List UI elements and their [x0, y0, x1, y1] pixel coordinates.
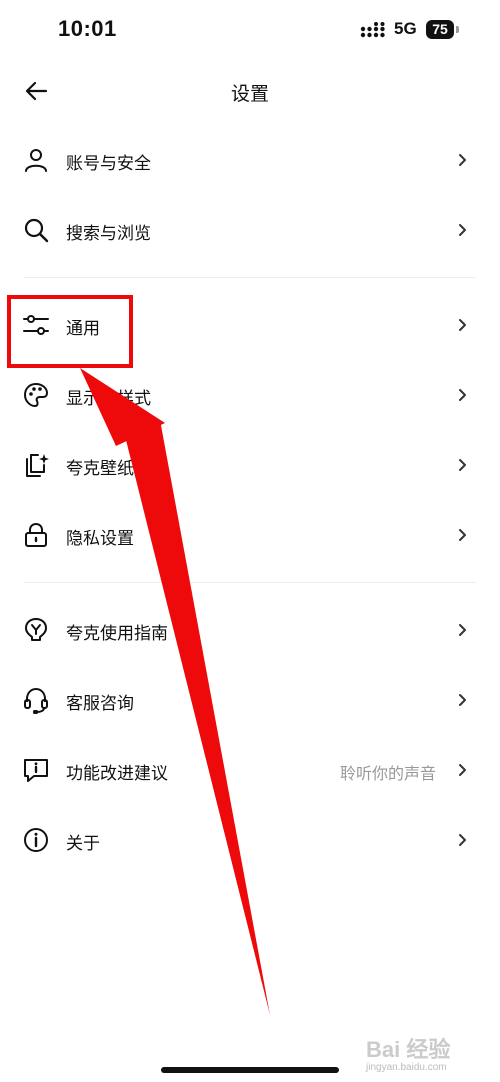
battery-level: 75: [426, 20, 454, 39]
chevron-right-icon: [459, 154, 466, 166]
section-divider: [24, 277, 476, 278]
menu-item-label: 客服咨询: [66, 694, 134, 713]
chevron-right-icon: [459, 389, 466, 401]
menu-item-display-style[interactable]: 显示与样式: [0, 360, 500, 430]
chevron-right-icon: [459, 834, 466, 846]
lock-icon: [25, 522, 47, 547]
chevron-right-icon: [459, 459, 466, 471]
signal-icon: [360, 22, 385, 38]
chevron-right-icon: [459, 319, 466, 331]
chevron-right-icon: [459, 764, 466, 776]
headset-icon: [24, 687, 48, 714]
menu-item-feedback[interactable]: 功能改进建议 聆听你的声音: [0, 735, 500, 805]
menu-item-about[interactable]: 关于: [0, 805, 500, 875]
chevron-right-icon: [459, 224, 466, 236]
search-icon: [24, 218, 49, 243]
chevron-right-icon: [459, 694, 466, 706]
highlight-box: [7, 295, 133, 368]
network-label: 5G: [394, 19, 417, 38]
page-title: 设置: [230, 84, 269, 105]
menu-item-label: 夸克壁纸: [66, 459, 134, 478]
status-bar: 10:01 5G 75: [0, 0, 500, 60]
menu-item-label: 夸克使用指南: [66, 624, 168, 643]
watermark: Bai 经验 jingyan.baidu.com: [366, 1032, 486, 1076]
palette-icon: [24, 383, 48, 407]
menu-item-label: 隐私设置: [66, 529, 134, 548]
user-icon: [25, 149, 47, 172]
watermark-text: Bai 经验: [366, 1037, 451, 1062]
menu-item-label: 显示与样式: [66, 389, 151, 408]
menu-item-account-security[interactable]: 账号与安全: [0, 125, 500, 195]
menu-item-search-browse[interactable]: 搜索与浏览: [0, 195, 500, 265]
menu-item-label: 功能改进建议: [66, 764, 168, 783]
home-indicator: [161, 1067, 339, 1073]
menu-item-label: 搜索与浏览: [66, 224, 151, 243]
guide-icon: [25, 618, 47, 641]
menu-item-privacy[interactable]: 隐私设置: [0, 500, 500, 570]
chevron-right-icon: [459, 529, 466, 541]
watermark-url: jingyan.baidu.com: [366, 1062, 447, 1073]
menu-item-label: 账号与安全: [66, 154, 151, 173]
section-divider: [24, 582, 476, 583]
wallpaper-icon: [26, 454, 49, 477]
menu-item-user-guide[interactable]: 夸克使用指南: [0, 595, 500, 665]
status-time: 10:01: [58, 16, 117, 41]
menu-item-wallpaper[interactable]: 夸克壁纸: [0, 430, 500, 500]
menu-item-hint: 聆听你的声音: [339, 766, 436, 783]
nav-bar: 设置: [0, 60, 500, 120]
battery-tip: [456, 26, 459, 33]
info-icon: [24, 828, 48, 852]
menu-item-customer-service[interactable]: 客服咨询: [0, 665, 500, 735]
feedback-icon: [24, 759, 48, 782]
chevron-right-icon: [459, 624, 466, 636]
menu-item-label: 关于: [66, 834, 100, 853]
